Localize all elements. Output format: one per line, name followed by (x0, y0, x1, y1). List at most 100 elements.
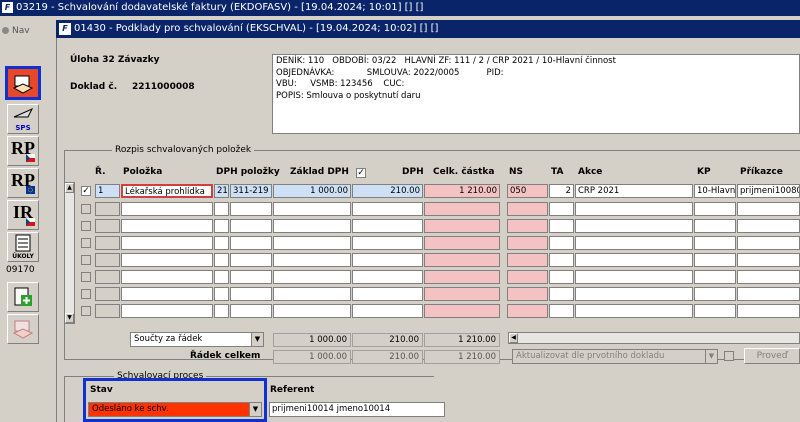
scroll-down-icon[interactable]: ▼ (65, 313, 74, 323)
table-cell[interactable] (507, 270, 548, 284)
table-cell[interactable] (694, 270, 736, 284)
table-cell[interactable] (507, 236, 548, 250)
add-document-button[interactable] (7, 282, 39, 312)
table-cell[interactable] (549, 270, 574, 284)
table-cell[interactable] (214, 287, 229, 301)
document-hand-disabled-button[interactable] (7, 314, 39, 344)
table-cell[interactable] (575, 202, 693, 216)
row-number-cell[interactable]: 1 (95, 184, 120, 198)
nav-toggle[interactable]: Nav (2, 26, 30, 36)
table-cell[interactable] (549, 219, 574, 233)
table-cell[interactable] (424, 304, 500, 318)
table-cell[interactable] (214, 270, 229, 284)
update-source-dropdown[interactable]: Aktualizovat dle prvotního dokladu ▼ (512, 349, 718, 364)
table-cell[interactable] (273, 236, 351, 250)
table-cell[interactable] (507, 219, 548, 233)
table-cell[interactable] (273, 287, 351, 301)
table-cell[interactable] (737, 253, 800, 267)
table-cell[interactable] (549, 202, 574, 216)
ns-cell[interactable]: 050 (507, 184, 548, 198)
row-select-checkbox[interactable] (81, 255, 91, 265)
table-cell[interactable] (694, 219, 736, 233)
table-cell[interactable] (424, 202, 500, 216)
table-cell[interactable] (230, 219, 272, 233)
table-cell[interactable] (121, 287, 213, 301)
table-cell[interactable] (214, 253, 229, 267)
table-cell[interactable] (121, 219, 213, 233)
table-cell[interactable] (575, 287, 693, 301)
table-cell[interactable] (121, 253, 213, 267)
table-cell[interactable] (737, 236, 800, 250)
scroll-left-icon[interactable]: ◀ (509, 333, 518, 343)
table-cell[interactable] (352, 270, 423, 284)
table-cell[interactable] (121, 236, 213, 250)
table-cell[interactable] (549, 253, 574, 267)
table-cell[interactable] (424, 253, 500, 267)
table-cell[interactable] (230, 236, 272, 250)
table-cell[interactable] (737, 304, 800, 318)
table-cell[interactable] (575, 219, 693, 233)
table-cell[interactable] (230, 253, 272, 267)
update-checkbox[interactable] (724, 351, 734, 361)
col-header-checkbox[interactable]: ✓ (356, 168, 366, 178)
tasks-button[interactable]: ÚKOLY (7, 232, 39, 262)
table-cell[interactable] (121, 202, 213, 216)
table-cell[interactable] (424, 270, 500, 284)
table-cell[interactable] (95, 270, 120, 284)
table-cell[interactable] (507, 287, 548, 301)
table-cell[interactable] (352, 304, 423, 318)
table-cell[interactable] (352, 287, 423, 301)
referent-field[interactable]: prijmeni10014 jmeno10014 (269, 402, 445, 417)
table-cell[interactable] (694, 236, 736, 250)
table-cell[interactable] (214, 219, 229, 233)
row-select-checkbox[interactable] (81, 238, 91, 248)
row-select-checkbox[interactable] (81, 221, 91, 231)
vat-code-cell[interactable]: 21 (214, 184, 229, 198)
table-cell[interactable] (230, 270, 272, 284)
table-cell[interactable] (575, 304, 693, 318)
table-cell[interactable] (95, 236, 120, 250)
rp-eu-button[interactable]: RP (7, 168, 39, 198)
akce-cell[interactable]: CRP 2021 (575, 184, 693, 198)
table-cell[interactable] (273, 253, 351, 267)
table-cell[interactable] (549, 287, 574, 301)
table-cell[interactable] (121, 270, 213, 284)
table-horizontal-scrollbar[interactable]: ◀ (508, 332, 800, 344)
table-cell[interactable] (507, 304, 548, 318)
table-cell[interactable] (575, 270, 693, 284)
vat-base-cell[interactable]: 1 000.00 (273, 184, 351, 198)
table-cell[interactable] (549, 304, 574, 318)
table-cell[interactable] (694, 253, 736, 267)
table-cell[interactable] (549, 236, 574, 250)
table-cell[interactable] (230, 287, 272, 301)
row-select-checkbox[interactable] (81, 272, 91, 282)
rp-cz-button[interactable]: RP (7, 136, 39, 166)
vat-cell[interactable]: 210.00 (352, 184, 423, 198)
sum-type-dropdown[interactable]: Součty za řádek ▼ (130, 332, 264, 347)
table-cell[interactable] (737, 287, 800, 301)
table-cell[interactable] (273, 304, 351, 318)
table-cell[interactable] (424, 219, 500, 233)
table-cell[interactable] (424, 236, 500, 250)
table-cell[interactable] (694, 304, 736, 318)
row-select-checkbox[interactable]: ✓ (81, 186, 91, 196)
row-select-checkbox[interactable] (81, 289, 91, 299)
vat-item-cell[interactable]: 311-219 (230, 184, 272, 198)
table-cell[interactable] (273, 270, 351, 284)
proved-button[interactable]: Proveď (744, 348, 800, 364)
table-cell[interactable] (424, 287, 500, 301)
table-cell[interactable] (575, 236, 693, 250)
kp-cell[interactable]: 10-Hlavn (694, 184, 736, 198)
table-cell[interactable] (575, 253, 693, 267)
row-select-checkbox[interactable] (81, 306, 91, 316)
table-cell[interactable] (95, 304, 120, 318)
table-cell[interactable] (352, 236, 423, 250)
table-cell[interactable] (214, 202, 229, 216)
table-cell[interactable] (273, 202, 351, 216)
table-cell[interactable] (230, 304, 272, 318)
table-cell[interactable] (507, 253, 548, 267)
table-cell[interactable] (214, 236, 229, 250)
table-cell[interactable] (352, 253, 423, 267)
table-cell[interactable] (95, 287, 120, 301)
item-cell[interactable]: Lékařská prohlídka (121, 184, 213, 198)
